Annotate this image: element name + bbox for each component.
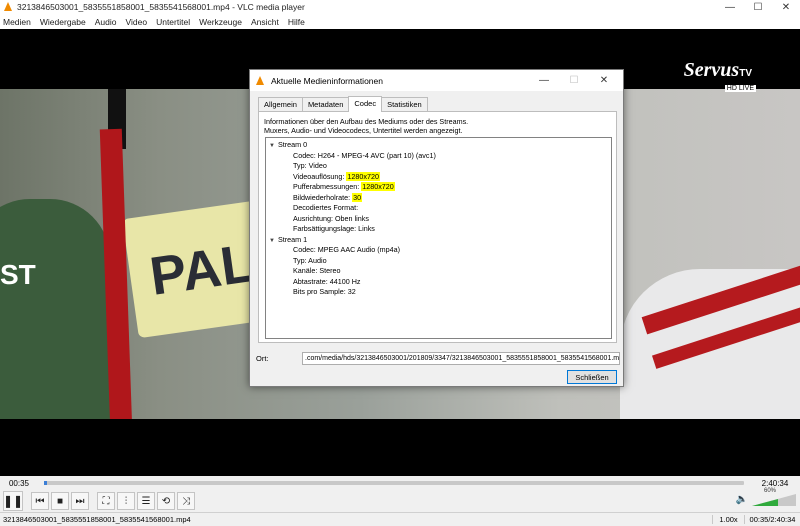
- tree-row[interactable]: Videoauflösung: 1280x720: [266, 171, 611, 183]
- stop-icon: ■: [56, 495, 64, 507]
- tab-codec[interactable]: Codec: [348, 96, 383, 112]
- elapsed-time[interactable]: 00:35: [0, 479, 38, 488]
- codec-description-line: Informationen über den Aufbau des Medium…: [264, 117, 469, 126]
- media-info-dialog: Aktuelle Medieninformationen — ☐ ✕ Allge…: [249, 69, 624, 387]
- logo-sub: HD LIVE: [724, 85, 756, 92]
- location-label: Ort:: [256, 354, 269, 363]
- tab-allgemein[interactable]: Allgemein: [258, 97, 303, 111]
- stop-button[interactable]: ■: [51, 492, 69, 510]
- window-titlebar: 3213846503001_5835551858001_583554156800…: [0, 0, 800, 14]
- menu-hilfe[interactable]: Hilfe: [288, 17, 305, 27]
- previous-icon: ⏮: [35, 495, 45, 507]
- playlist-icon: ☰: [141, 495, 151, 507]
- menu-werkzeuge[interactable]: Werkzeuge: [199, 17, 242, 27]
- dialog-controls: — ☐ ✕: [529, 70, 619, 91]
- left-player: [0, 199, 110, 419]
- status-filename: 3213846503001_5835551858001_583554156800…: [3, 515, 191, 524]
- window-title: 3213846503001_5835551858001_583554156800…: [17, 2, 305, 12]
- seek-bar-row: 00:35 2:40:34: [0, 476, 800, 490]
- vlc-cone-icon: [255, 75, 265, 86]
- tree-node-label: Stream 0: [278, 140, 308, 149]
- next-icon: ⏭: [75, 495, 85, 507]
- menu-untertitel[interactable]: Untertitel: [156, 17, 190, 27]
- codec-panel: Informationen über den Aufbau des Medium…: [258, 111, 617, 343]
- dialog-minimize-button[interactable]: —: [529, 70, 559, 91]
- previous-button[interactable]: ⏮: [31, 492, 49, 510]
- dialog-tabs: Allgemein Metadaten Codec Statistiken: [258, 96, 428, 112]
- playback-controls: ❚❚ ⏮ ■ ⏭ ⛶ ⫶ ☰ ⟲ ⤨ 🔈 60%: [0, 488, 800, 512]
- dialog-titlebar: Aktuelle Medieninformationen — ☐ ✕: [250, 70, 623, 91]
- channel-logo: ServusTV HD LIVE: [683, 59, 756, 92]
- tree-row[interactable]: Typ: Audio: [266, 256, 611, 267]
- seek-slider[interactable]: [44, 481, 744, 485]
- tree-row-label: Videoauflösung:: [293, 171, 347, 181]
- volume-slider[interactable]: 60%: [752, 488, 796, 506]
- codec-description-line: Muxers, Audio- und Videocodecs, Untertit…: [264, 126, 463, 135]
- fullscreen-button[interactable]: ⛶: [97, 492, 115, 510]
- loop-button[interactable]: ⟲: [157, 492, 175, 510]
- minimize-button[interactable]: —: [716, 0, 744, 14]
- tree-row[interactable]: Farbsättigungslage: Links: [266, 224, 611, 235]
- dialog-close-button[interactable]: ✕: [589, 70, 619, 91]
- tab-statistiken[interactable]: Statistiken: [381, 97, 428, 111]
- tree-row[interactable]: Bildwiederholrate: 30: [266, 192, 611, 204]
- loop-icon: ⟲: [161, 495, 171, 507]
- close-button[interactable]: ✕: [772, 0, 800, 14]
- location-row: Ort: .com/media/hds/3213846503001/201809…: [256, 352, 621, 365]
- playlist-button[interactable]: ☰: [137, 492, 155, 510]
- logo-main: Servus: [683, 59, 740, 81]
- shuffle-button[interactable]: ⤨: [177, 492, 195, 510]
- tree-row[interactable]: Codec: MPEG AAC Audio (mp4a): [266, 245, 611, 256]
- menu-ansicht[interactable]: Ansicht: [251, 17, 279, 27]
- shuffle-icon: ⤨: [182, 495, 190, 507]
- equalizer-icon: ⫶: [124, 495, 128, 507]
- codec-description: Informationen über den Aufbau des Medium…: [264, 117, 468, 135]
- tree-row[interactable]: Abtastrate: 44100 Hz: [266, 277, 611, 288]
- highlighted-value: 30: [352, 192, 363, 202]
- volume-percent: 60%: [764, 488, 777, 494]
- location-field[interactable]: .com/media/hds/3213846503001/201809/3347…: [302, 352, 620, 365]
- tree-node-label: Stream 1: [278, 234, 308, 244]
- stream-tree[interactable]: ▼ Stream 0 Codec: H264 - MPEG-4 AVC (part…: [265, 137, 612, 339]
- playback-speed[interactable]: 1.00x: [712, 515, 744, 524]
- dialog-maximize-button: ☐: [569, 75, 579, 86]
- tree-row[interactable]: Codec: H264 - MPEG-4 AVC (part 10) (avc1…: [266, 151, 611, 162]
- menu-video[interactable]: Video: [125, 17, 147, 27]
- tree-node-stream-1[interactable]: ▼ Stream 1: [266, 235, 611, 246]
- pause-icon: ❚❚: [2, 494, 24, 508]
- next-button[interactable]: ⏭: [71, 492, 89, 510]
- status-bar: 3213846503001_5835551858001_583554156800…: [0, 512, 800, 526]
- menu-bar: Medien Wiedergabe Audio Video Untertitel…: [0, 14, 800, 29]
- tree-row[interactable]: Typ: Video: [266, 161, 611, 172]
- tree-row[interactable]: Kanäle: Stereo: [266, 266, 611, 277]
- highlighted-value: 1280x720: [346, 171, 380, 181]
- close-dialog-button[interactable]: Schließen: [567, 370, 617, 384]
- volume-control[interactable]: 🔈 60%: [736, 488, 796, 506]
- extended-settings-button[interactable]: ⫶: [117, 492, 135, 510]
- fullscreen-icon: ⛶: [102, 495, 110, 507]
- tree-row[interactable]: Ausrichtung: Oben links: [266, 214, 611, 225]
- status-time: 00:35/2:40:34: [744, 515, 800, 524]
- tab-metadaten[interactable]: Metadaten: [301, 97, 350, 111]
- logo-tv: TV: [739, 68, 752, 79]
- jersey-text: ST: [0, 259, 36, 290]
- tree-row-label: Pufferabmessungen:: [293, 182, 362, 191]
- menu-wiedergabe[interactable]: Wiedergabe: [40, 17, 86, 27]
- maximize-button[interactable]: ☐: [744, 0, 772, 14]
- speaker-icon[interactable]: 🔈: [736, 494, 748, 505]
- seek-progress: [44, 481, 47, 485]
- tree-row-label: Bildwiederholrate:: [293, 192, 353, 202]
- dialog-title: Aktuelle Medieninformationen: [271, 75, 383, 86]
- window-controls: — ☐ ✕: [716, 0, 800, 14]
- highlighted-value: 1280x720: [361, 182, 395, 191]
- vlc-cone-icon: [3, 2, 13, 12]
- tree-row[interactable]: Bits pro Sample: 32: [266, 287, 611, 298]
- pause-button[interactable]: ❚❚: [3, 491, 23, 511]
- menu-audio[interactable]: Audio: [95, 17, 117, 27]
- menu-medien[interactable]: Medien: [3, 17, 31, 27]
- tree-row[interactable]: Pufferabmessungen: 1280x720: [266, 182, 611, 193]
- tree-node-stream-0[interactable]: ▼ Stream 0: [266, 140, 611, 151]
- total-time[interactable]: 2:40:34: [750, 479, 800, 488]
- tree-row[interactable]: Decodiertes Format:: [266, 203, 611, 214]
